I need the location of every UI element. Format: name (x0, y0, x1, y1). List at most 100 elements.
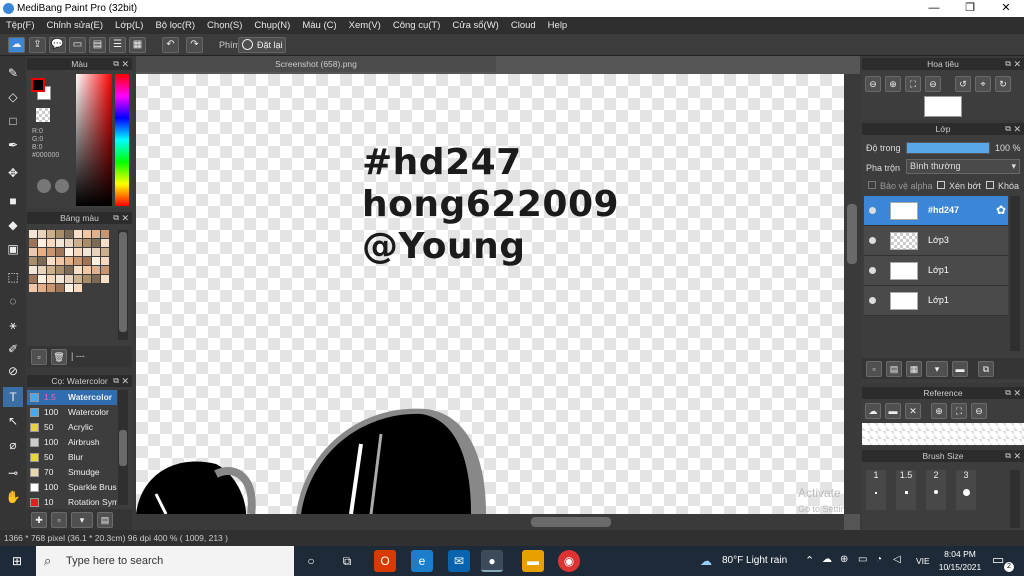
comment-icon[interactable]: ▭ (69, 37, 86, 53)
palette-swatch[interactable] (65, 257, 73, 265)
layer-add-menu-icon[interactable]: ▾ (926, 361, 948, 377)
menu-color[interactable]: Màu (C) (296, 17, 342, 31)
layer-row[interactable]: Lớp3 (864, 226, 1008, 256)
palette-swatch[interactable] (65, 239, 73, 247)
reference-image-area[interactable] (862, 423, 1024, 445)
popout-icon[interactable]: ⧉ (113, 58, 119, 70)
canvas-horizontal-scrollbar[interactable] (136, 514, 844, 530)
palette-swatch[interactable] (47, 266, 55, 274)
palette-swatch[interactable] (74, 239, 82, 247)
cloud-icon[interactable]: ☁ (8, 37, 25, 53)
palette-swatch[interactable] (92, 248, 100, 256)
hue-slider[interactable] (115, 74, 129, 206)
palette-swatch[interactable] (38, 248, 46, 256)
menu-layer[interactable]: Lớp(L) (109, 17, 149, 31)
document-tab[interactable]: Screenshot (658).png (136, 56, 496, 72)
zoom-in-icon[interactable]: ⊕ (885, 76, 901, 92)
zoom-icon[interactable]: ⊖ (925, 76, 941, 92)
menu-tools[interactable]: Công cụ(T) (387, 17, 447, 31)
gradient-tool-icon[interactable]: ▣ (3, 239, 23, 259)
palette-swatch[interactable] (101, 248, 109, 256)
popout-icon[interactable]: ⧉ (1005, 387, 1011, 399)
palette-swatch[interactable] (56, 284, 64, 292)
palette-swatch[interactable] (83, 257, 91, 265)
palette-swatch[interactable] (47, 284, 55, 292)
new-layer-1bit-icon[interactable]: ▦ (906, 361, 922, 377)
palette-swatch[interactable] (38, 284, 46, 292)
palette-swatch[interactable] (38, 239, 46, 247)
drawing-canvas[interactable]: #hd247 hong622009 @Young Activate Window… (136, 74, 844, 514)
reference-close-icon[interactable]: ✕ (905, 403, 921, 419)
clipping-checkbox[interactable] (937, 181, 945, 189)
brush-item[interactable]: 1.5 Watercolor (27, 390, 117, 405)
palette-swatch[interactable] (101, 230, 109, 238)
eyedropper-tool-icon[interactable]: ⌀ (3, 435, 23, 455)
palette-swatch[interactable] (83, 275, 91, 283)
lasso-tool-icon[interactable]: ◌ (3, 291, 23, 311)
magic-wand-tool-icon[interactable]: ⚹ (3, 315, 23, 335)
palette-swatch[interactable] (47, 230, 55, 238)
palette-swatch[interactable] (74, 248, 82, 256)
palette-swatch[interactable] (38, 257, 46, 265)
search-box[interactable]: ⌕ Type here to search (36, 546, 294, 576)
palette-swatch[interactable] (92, 275, 100, 283)
edge-icon[interactable]: e (411, 550, 433, 572)
palette-scrollbar[interactable] (118, 230, 128, 340)
palette-swatch[interactable] (65, 275, 73, 283)
layer-row[interactable]: Lớp1 (864, 286, 1008, 316)
weather-text[interactable]: 80°F Light rain (722, 555, 787, 566)
palette-swatch[interactable] (83, 266, 91, 274)
brush-item[interactable]: 100 Sparkle Brush (27, 480, 117, 495)
palette-swatch[interactable] (74, 230, 82, 238)
palette-swatch[interactable] (74, 257, 82, 265)
undo-icon[interactable]: ↶ (162, 37, 179, 53)
layer-settings-gear-icon[interactable]: ✿ (996, 203, 1006, 217)
select-pen-tool-icon[interactable]: ✐ (3, 339, 23, 359)
redo-icon[interactable]: ↷ (186, 37, 203, 53)
close-button[interactable]: ✕ (988, 0, 1024, 17)
menu-cloud[interactable]: Cloud (505, 17, 542, 31)
brush-options-icon[interactable]: ▾ (71, 512, 93, 528)
office-icon[interactable]: O (374, 550, 396, 572)
palette-swatch[interactable] (47, 239, 55, 247)
palette-swatch[interactable] (29, 284, 37, 292)
brush-item[interactable]: 10 Rotation Sym (27, 495, 117, 508)
brush-item[interactable]: 100 Watercolor (27, 405, 117, 420)
rotate-right-icon[interactable]: ↻ (995, 76, 1011, 92)
brush-item[interactable]: 100 Airbrush (27, 435, 117, 450)
palette-swatch[interactable] (101, 275, 109, 283)
file-explorer-icon[interactable]: ▬ (522, 550, 544, 572)
palette-swatch[interactable] (101, 266, 109, 274)
menu-edit[interactable]: Chỉnh sửa(E) (41, 17, 110, 31)
palette-swatch[interactable] (29, 257, 37, 265)
palette-swatch[interactable] (65, 248, 73, 256)
mail-icon[interactable]: ✉ (448, 550, 470, 572)
new-brush-icon[interactable]: ▫ (51, 512, 67, 528)
brush-item[interactable]: 50 Acrylic (27, 420, 117, 435)
task-view-icon[interactable]: ⧉ (336, 550, 358, 572)
volume-icon[interactable]: ◁ (893, 554, 901, 565)
reference-open-icon[interactable]: ▬ (885, 403, 901, 419)
grid-icon[interactable]: ▦ (129, 37, 146, 53)
cloud-tray-icon[interactable]: ☁ (822, 554, 832, 565)
reference-cloud-icon[interactable]: ☁ (865, 403, 881, 419)
fill-rect-tool-icon[interactable]: ■ (3, 191, 23, 211)
brush-size-3[interactable]: 3 (956, 470, 976, 510)
palette-swatch[interactable] (74, 284, 82, 292)
blend-mode-select[interactable]: Bình thường ▾ (906, 159, 1020, 174)
windows-start-icon[interactable]: ⊞ (6, 550, 28, 572)
menu-help[interactable]: Help (542, 17, 574, 31)
palette-swatch[interactable] (65, 284, 73, 292)
palette-swatch[interactable] (47, 275, 55, 283)
popout-icon[interactable]: ⧉ (113, 212, 119, 224)
reset-button[interactable]: Đặt lại (238, 37, 286, 53)
palette-swatch[interactable] (101, 257, 109, 265)
menu-filter[interactable]: Bộ lọc(R) (149, 17, 201, 31)
minimize-button[interactable]: — (916, 0, 952, 17)
text-tool-icon[interactable]: T (3, 387, 23, 407)
palette-swatch[interactable] (92, 266, 100, 274)
dropper-tool-icon[interactable]: ⊸ (3, 463, 23, 483)
brush-settings-icon[interactable]: ▤ (97, 512, 113, 528)
menu-view[interactable]: Xem(V) (343, 17, 387, 31)
palette-icon[interactable] (37, 179, 51, 193)
